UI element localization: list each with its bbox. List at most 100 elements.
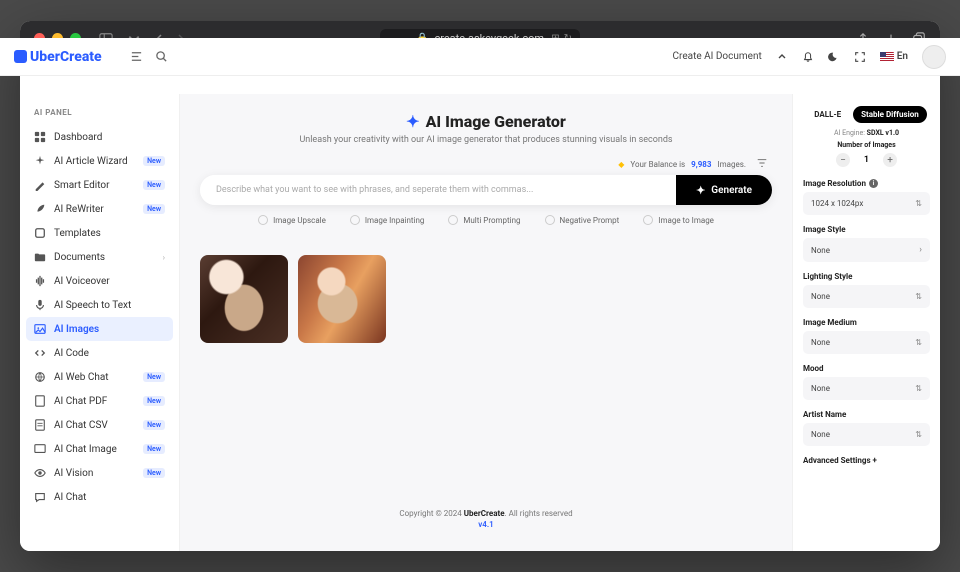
sidebar-item-smart-editor[interactable]: Smart EditorNew bbox=[26, 173, 173, 197]
sidebar-item-label: AI Article Wizard bbox=[54, 156, 128, 167]
select-lighting[interactable]: None ⇅ bbox=[803, 285, 930, 308]
code-icon bbox=[34, 347, 46, 359]
new-badge: New bbox=[143, 156, 165, 166]
field-label-resolution: Image Resolutioni bbox=[803, 179, 930, 188]
squares-icon bbox=[34, 227, 46, 239]
select-artist[interactable]: None ⇅ bbox=[803, 423, 930, 446]
prompt-input[interactable] bbox=[200, 175, 676, 205]
user-avatar[interactable] bbox=[922, 45, 940, 69]
select-arrows-icon: ⇅ bbox=[915, 199, 922, 208]
stepper-plus[interactable]: + bbox=[883, 153, 897, 167]
sidebar-item-label: AI Web Chat bbox=[54, 372, 109, 383]
generated-image[interactable] bbox=[298, 255, 386, 343]
select-style[interactable]: None › bbox=[803, 238, 930, 262]
new-badge: New bbox=[143, 396, 165, 406]
csv-icon bbox=[34, 419, 46, 431]
chevron-up-icon[interactable] bbox=[776, 51, 788, 63]
filter-icon[interactable] bbox=[756, 157, 768, 171]
new-badge: New bbox=[143, 372, 165, 382]
option-image-upscale[interactable]: Image Upscale bbox=[258, 215, 326, 225]
page-title: ✦ AI Image Generator bbox=[200, 112, 772, 131]
sidebar-item-ai-chat-csv[interactable]: AI Chat CSVNew bbox=[26, 413, 173, 437]
sidebar-item-ai-rewriter[interactable]: AI ReWriterNew bbox=[26, 197, 173, 221]
sidebar-item-ai-voiceover[interactable]: AI Voiceover bbox=[26, 269, 173, 293]
dark-mode-icon[interactable] bbox=[828, 51, 840, 63]
chat-icon bbox=[34, 491, 46, 503]
generate-wand-icon: ✦ bbox=[696, 184, 705, 197]
new-badge: New bbox=[143, 204, 165, 214]
generate-button[interactable]: ✦ Generate bbox=[676, 175, 772, 205]
option-negative-prompt[interactable]: Negative Prompt bbox=[545, 215, 620, 225]
sidebar-item-documents[interactable]: Documents › bbox=[26, 245, 173, 269]
tab-dalle[interactable]: DALL-E bbox=[806, 106, 849, 123]
field-label-style: Image Style bbox=[803, 225, 930, 234]
select-resolution[interactable]: 1024 x 1024px ⇅ bbox=[803, 192, 930, 215]
sidebar-item-label: AI Chat PDF bbox=[54, 396, 107, 407]
sidebar-item-dashboard[interactable]: Dashboard bbox=[26, 125, 173, 149]
advanced-settings-toggle[interactable]: Advanced Settings + bbox=[803, 456, 930, 465]
chevron-right-icon: › bbox=[163, 253, 165, 262]
sidebar-item-label: Templates bbox=[54, 228, 101, 239]
sidebar-item-label: AI Chat bbox=[54, 492, 86, 503]
field-label-mood: Mood bbox=[803, 364, 930, 373]
app-logo[interactable]: UberCreate bbox=[20, 49, 102, 65]
imgchat-icon bbox=[34, 443, 46, 455]
mic-icon bbox=[34, 299, 46, 311]
balance-dot-icon: ◆ bbox=[618, 160, 624, 169]
field-label-medium: Image Medium bbox=[803, 318, 930, 327]
image-icon bbox=[34, 323, 46, 335]
option-image-inpainting[interactable]: Image Inpainting bbox=[350, 215, 425, 225]
search-icon[interactable] bbox=[155, 50, 168, 63]
sidebar-item-label: Dashboard bbox=[54, 132, 102, 143]
wand-icon: ✦ bbox=[406, 112, 419, 131]
feather-icon bbox=[34, 203, 46, 215]
info-icon[interactable]: i bbox=[869, 179, 878, 188]
sidebar-item-label: Documents bbox=[54, 252, 105, 263]
sidebar-item-ai-images[interactable]: AI Images bbox=[26, 317, 173, 341]
generation-options: Image Upscale Image Inpainting Multi Promp… bbox=[200, 215, 772, 225]
select-arrows-icon: ⇅ bbox=[915, 430, 922, 439]
globe-icon bbox=[34, 371, 46, 383]
sidebar-item-label: Smart Editor bbox=[54, 180, 109, 191]
browser-window: 🔒 create.askeygeek.com ⊞ ↻ UberCreate Cr… bbox=[20, 21, 940, 551]
fullscreen-icon[interactable] bbox=[854, 51, 866, 63]
sidebar-item-ai-chat-image[interactable]: AI Chat ImageNew bbox=[26, 437, 173, 461]
sidebar-item-label: AI Images bbox=[54, 324, 99, 335]
main-content: ✦ AI Image Generator Unleash your creati… bbox=[180, 94, 792, 551]
radio-icon bbox=[545, 215, 555, 225]
radio-icon bbox=[448, 215, 458, 225]
sidebar: AI PANEL DashboardAI Article WizardNewSm… bbox=[20, 94, 180, 551]
sidebar-item-ai-article-wizard[interactable]: AI Article Wizard New bbox=[26, 149, 173, 173]
language-selector[interactable]: En bbox=[880, 51, 908, 62]
option-image-to-image[interactable]: Image to Image bbox=[643, 215, 714, 225]
select-medium[interactable]: None ⇅ bbox=[803, 331, 930, 354]
prompt-bar: ✦ Generate bbox=[200, 175, 772, 205]
logo-icon bbox=[20, 50, 27, 63]
sidebar-item-label: AI Speech to Text bbox=[54, 300, 131, 311]
option-multi-prompting[interactable]: Multi Prompting bbox=[448, 215, 520, 225]
stepper-value: 1 bbox=[864, 155, 869, 165]
sidebar-item-ai-web-chat[interactable]: AI Web Chat New bbox=[26, 365, 173, 389]
balance-info: ◆ Your Balance is 9,983 Images. bbox=[200, 157, 772, 171]
generated-image[interactable] bbox=[200, 255, 288, 343]
menu-toggle-icon[interactable] bbox=[130, 50, 143, 63]
radio-icon bbox=[350, 215, 360, 225]
grid-icon bbox=[34, 131, 46, 143]
sidebar-item-ai-vision[interactable]: AI VisionNew bbox=[26, 461, 173, 485]
flag-us-icon bbox=[880, 52, 894, 62]
select-mood[interactable]: None ⇅ bbox=[803, 377, 930, 400]
sidebar-item-ai-speech-to-text[interactable]: AI Speech to Text bbox=[26, 293, 173, 317]
sidebar-item-label: AI Chat Image bbox=[54, 444, 117, 455]
stepper-minus[interactable]: − bbox=[836, 153, 850, 167]
sidebar-item-label: AI Vision bbox=[54, 468, 93, 479]
sparkle-icon bbox=[34, 155, 46, 167]
sidebar-item-ai-chat[interactable]: AI Chat bbox=[26, 485, 173, 509]
sidebar-item-ai-code[interactable]: AI Code bbox=[26, 341, 173, 365]
create-ai-doc-link[interactable]: Create AI Document bbox=[673, 51, 762, 62]
sidebar-item-templates[interactable]: Templates bbox=[26, 221, 173, 245]
app-topbar: UberCreate Create AI Document En bbox=[20, 38, 940, 76]
sidebar-item-ai-chat-pdf[interactable]: AI Chat PDF New bbox=[26, 389, 173, 413]
bell-icon[interactable] bbox=[802, 51, 814, 63]
tab-stable-diffusion[interactable]: Stable Diffusion bbox=[853, 106, 927, 123]
folder-icon bbox=[34, 251, 46, 263]
